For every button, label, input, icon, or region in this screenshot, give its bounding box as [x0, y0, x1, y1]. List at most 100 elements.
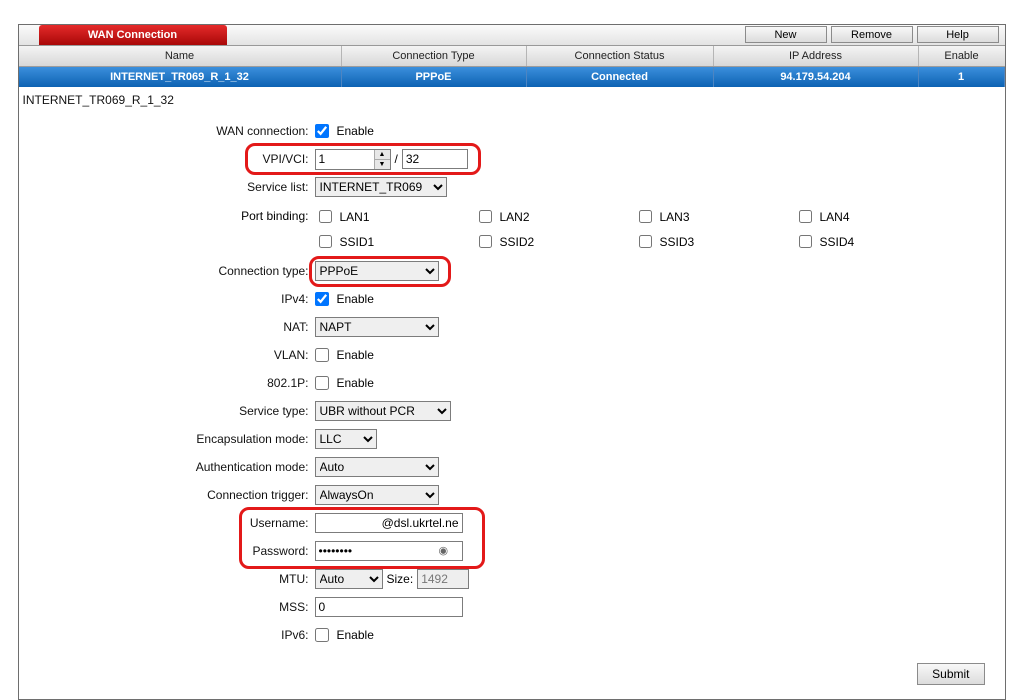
label-ipv6: IPv6: [19, 628, 315, 642]
wan-connection-enable-label: Enable [337, 124, 374, 138]
lan3-checkbox[interactable] [639, 210, 652, 223]
top-bar: WAN Connection New Remove Help [19, 25, 1005, 46]
p8021-enable-label: Enable [337, 376, 374, 390]
row-port-binding: Port binding: LAN1 LAN2 LAN3 LAN4 SSID1 … [19, 207, 1005, 251]
label-authentication: Authentication mode: [19, 460, 315, 474]
port-lan1[interactable]: LAN1 [315, 207, 475, 226]
username-input[interactable] [315, 513, 463, 533]
submit-row: Submit [19, 651, 1005, 685]
wan-connection-checkbox[interactable] [315, 124, 329, 138]
service-type-select[interactable]: UBR without PCR [315, 401, 451, 421]
label-vpi-vci: VPI/VCI: [19, 152, 315, 166]
submit-button[interactable]: Submit [917, 663, 984, 685]
col-name: Name [19, 46, 342, 66]
label-encapsulation: Encapsulation mode: [19, 432, 315, 446]
vpi-input[interactable] [316, 150, 374, 168]
row-encapsulation: Encapsulation mode: LLC [19, 427, 1005, 451]
authentication-select[interactable]: Auto [315, 457, 439, 477]
row-mss: MSS: [19, 595, 1005, 619]
label-username: Username: [19, 516, 315, 530]
section-title: INTERNET_TR069_R_1_32 [19, 87, 1005, 115]
row-username: Username: [19, 511, 1005, 535]
col-status: Connection Status [527, 46, 714, 66]
vpi-stepper[interactable]: ▲▼ [315, 149, 391, 170]
connection-row[interactable]: INTERNET_TR069_R_1_32 PPPoE Connected 94… [19, 67, 1005, 87]
remove-button[interactable]: Remove [831, 26, 913, 43]
row-vpi-vci: VPI/VCI: ▲▼ / [19, 147, 1005, 171]
row-wan-connection: WAN connection: Enable [19, 119, 1005, 143]
chevron-down-icon[interactable]: ▼ [374, 159, 390, 169]
mss-input[interactable] [315, 597, 463, 617]
label-service-list: Service list: [19, 180, 315, 194]
label-mss: MSS: [19, 600, 315, 614]
cell-name: INTERNET_TR069_R_1_32 [19, 67, 342, 87]
ssid3-checkbox[interactable] [639, 235, 652, 248]
row-connection-type: Connection type: PPPoE [19, 259, 1005, 283]
connection-type-select[interactable]: PPPoE [315, 261, 439, 281]
port-binding-grid: LAN1 LAN2 LAN3 LAN4 SSID1 SSID2 SSID3 SS… [315, 207, 955, 251]
nat-select[interactable]: NAPT [315, 317, 439, 337]
row-service-list: Service list: INTERNET_TR069 [19, 175, 1005, 199]
port-ssid2[interactable]: SSID2 [475, 232, 635, 251]
p8021-checkbox[interactable] [315, 376, 329, 390]
label-service-type: Service type: [19, 404, 315, 418]
row-service-type: Service type: UBR without PCR [19, 399, 1005, 423]
row-ipv6: IPv6: Enable [19, 623, 1005, 647]
vpi-spinner-buttons[interactable]: ▲▼ [374, 150, 390, 169]
new-button[interactable]: New [745, 26, 827, 43]
row-vlan: VLAN: Enable [19, 343, 1005, 367]
lan4-checkbox[interactable] [799, 210, 812, 223]
connection-trigger-select[interactable]: AlwaysOn [315, 485, 439, 505]
row-authentication: Authentication mode: Auto [19, 455, 1005, 479]
ipv6-enable-label: Enable [337, 628, 374, 642]
credentials-block: Username: Password: ◉ [19, 511, 1005, 563]
port-ssid4[interactable]: SSID4 [795, 232, 955, 251]
label-nat: NAT: [19, 320, 315, 334]
mtu-select[interactable]: Auto [315, 569, 383, 589]
label-8021p: 802.1P: [19, 376, 315, 390]
row-password: Password: ◉ [19, 539, 1005, 563]
service-list-select[interactable]: INTERNET_TR069 [315, 177, 447, 197]
row-connection-trigger: Connection trigger: AlwaysOn [19, 483, 1005, 507]
ipv6-checkbox[interactable] [315, 628, 329, 642]
label-mtu-size: Size: [387, 572, 414, 586]
label-vlan: VLAN: [19, 348, 315, 362]
header-buttons: New Remove Help [745, 26, 999, 43]
lan2-checkbox[interactable] [479, 210, 492, 223]
page-title: WAN Connection [39, 25, 227, 45]
row-8021p: 802.1P: Enable [19, 371, 1005, 395]
ssid1-checkbox[interactable] [319, 235, 332, 248]
ipv4-checkbox[interactable] [315, 292, 329, 306]
cell-enable: 1 [919, 67, 1005, 87]
vci-separator: / [395, 152, 398, 166]
cell-status: Connected [527, 67, 714, 87]
lan1-checkbox[interactable] [319, 210, 332, 223]
eye-icon[interactable]: ◉ [439, 544, 449, 557]
vlan-enable-label: Enable [337, 348, 374, 362]
encapsulation-select[interactable]: LLC [315, 429, 377, 449]
port-lan3[interactable]: LAN3 [635, 207, 795, 226]
ipv4-enable-label: Enable [337, 292, 374, 306]
label-password: Password: [19, 544, 315, 558]
row-ipv4: IPv4: Enable [19, 287, 1005, 311]
port-ssid1[interactable]: SSID1 [315, 232, 475, 251]
vci-input[interactable] [402, 149, 468, 169]
help-button[interactable]: Help [917, 26, 999, 43]
ssid2-checkbox[interactable] [479, 235, 492, 248]
mtu-size-input [417, 569, 469, 589]
ssid4-checkbox[interactable] [799, 235, 812, 248]
vlan-checkbox[interactable] [315, 348, 329, 362]
label-port-binding: Port binding: [19, 207, 315, 223]
cell-type: PPPoE [342, 67, 527, 87]
row-nat: NAT: NAPT [19, 315, 1005, 339]
port-lan2[interactable]: LAN2 [475, 207, 635, 226]
cell-ip: 94.179.54.204 [714, 67, 919, 87]
label-wan-connection: WAN connection: [19, 124, 315, 138]
port-lan4[interactable]: LAN4 [795, 207, 955, 226]
label-connection-type: Connection type: [19, 264, 315, 278]
chevron-up-icon[interactable]: ▲ [374, 150, 390, 159]
label-connection-trigger: Connection trigger: [19, 488, 315, 502]
port-ssid3[interactable]: SSID3 [635, 232, 795, 251]
settings-form: WAN connection: Enable VPI/VCI: ▲▼ / Ser… [19, 119, 1005, 685]
label-mtu: MTU: [19, 572, 315, 586]
